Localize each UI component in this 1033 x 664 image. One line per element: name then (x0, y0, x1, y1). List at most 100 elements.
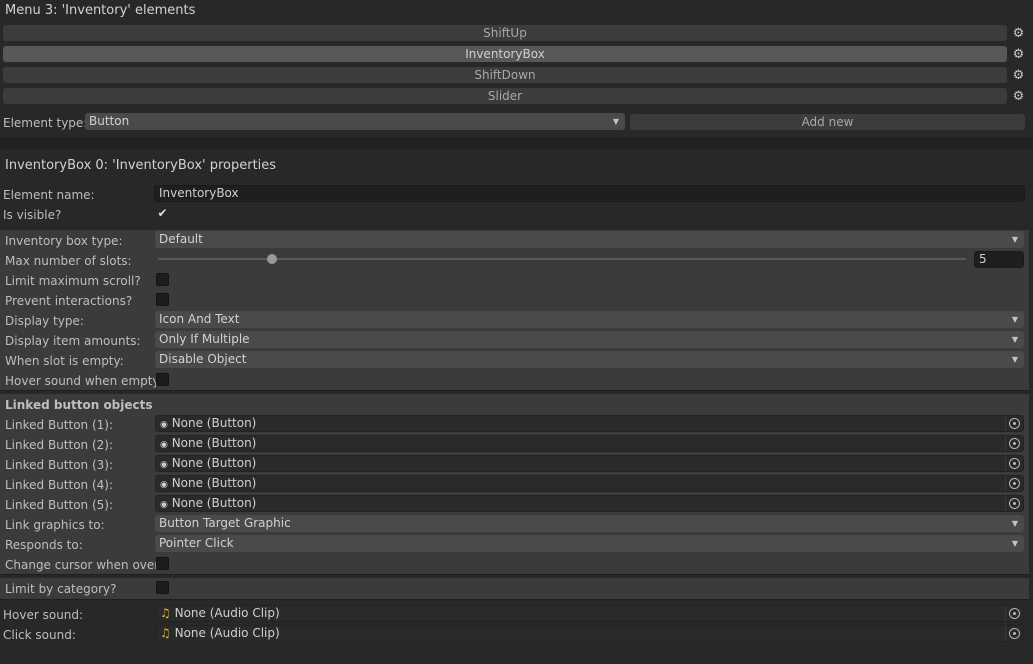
change-cursor-checkbox[interactable] (156, 557, 169, 570)
linked-button-1-field[interactable]: ◉ None (Button) (155, 415, 1024, 432)
linked-buttons-header: Linked button objects (5, 398, 153, 412)
max-slots-slider-track[interactable] (158, 258, 966, 260)
element-type-label: Element type: (3, 116, 88, 130)
linked-button-2-value: None (Button) (171, 436, 257, 450)
audio-clip-icon: ♫ (160, 626, 171, 640)
field-divider (1005, 476, 1006, 491)
chevron-down-icon: ▼ (1011, 355, 1018, 364)
element-type-dropdown[interactable]: Button ▼ (85, 113, 625, 130)
gear-icon[interactable]: ⚙ (1012, 90, 1025, 103)
object-picker-icon[interactable] (1009, 438, 1020, 449)
element-name-label: Element name: (3, 188, 95, 202)
display-amounts-dropdown[interactable]: Only If Multiple ▼ (155, 331, 1024, 348)
object-icon: ◉ (160, 500, 168, 510)
when-empty-value: Disable Object (159, 352, 247, 366)
box-type-value: Default (159, 232, 203, 246)
field-divider (1005, 436, 1006, 451)
element-item-slider[interactable]: Slider (3, 88, 1007, 105)
element-item-shiftup[interactable]: ShiftUp (3, 25, 1007, 42)
linked-button-3-value: None (Button) (171, 456, 257, 470)
display-type-value: Icon And Text (159, 312, 240, 326)
responds-to-label: Responds to: (5, 538, 83, 552)
linked-button-1-value: None (Button) (171, 416, 257, 430)
display-amounts-value: Only If Multiple (159, 332, 250, 346)
max-slots-slider-handle[interactable] (267, 254, 277, 264)
click-sound-value: None (Audio Clip) (174, 626, 280, 640)
object-icon: ◉ (160, 480, 168, 490)
limit-category-label: Limit by category? (5, 582, 117, 596)
section-divider (0, 137, 1033, 149)
field-divider (1005, 456, 1006, 471)
linked-button-4-value: None (Button) (171, 476, 257, 490)
object-picker-icon[interactable] (1009, 608, 1020, 619)
display-type-dropdown[interactable]: Icon And Text ▼ (155, 311, 1024, 328)
box-type-label: Inventory box type: (5, 234, 123, 248)
when-empty-label: When slot is empty: (5, 354, 124, 368)
element-item-inventorybox[interactable]: InventoryBox (3, 46, 1007, 63)
linked-button-2-label: Linked Button (2): (5, 438, 114, 452)
object-picker-icon[interactable] (1009, 498, 1020, 509)
hover-sound-value: None (Audio Clip) (174, 606, 280, 620)
element-item-shiftdown[interactable]: ShiftDown (3, 67, 1007, 84)
field-divider (1005, 626, 1006, 641)
chevron-down-icon: ▼ (612, 117, 619, 126)
link-graphics-dropdown[interactable]: Button Target Graphic ▼ (155, 515, 1024, 532)
box-type-dropdown[interactable]: Default ▼ (155, 231, 1024, 248)
gear-icon[interactable]: ⚙ (1012, 69, 1025, 82)
properties-title: InventoryBox 0: 'InventoryBox' propertie… (5, 158, 277, 173)
linked-button-5-value: None (Button) (171, 496, 257, 510)
hover-sound-empty-checkbox[interactable] (156, 373, 169, 386)
object-icon: ◉ (160, 460, 168, 470)
linked-button-5-field[interactable]: ◉ None (Button) (155, 495, 1024, 512)
click-sound-label: Click sound: (3, 628, 76, 642)
object-picker-icon[interactable] (1009, 458, 1020, 469)
linked-button-4-label: Linked Button (4): (5, 478, 114, 492)
chevron-down-icon: ▼ (1011, 539, 1018, 548)
gear-icon[interactable]: ⚙ (1012, 27, 1025, 40)
gear-icon[interactable]: ⚙ (1012, 48, 1025, 61)
field-divider (1005, 496, 1006, 511)
display-type-label: Display type: (5, 314, 84, 328)
linked-button-2-field[interactable]: ◉ None (Button) (155, 435, 1024, 452)
is-visible-label: Is visible? (3, 208, 62, 222)
chevron-down-icon: ▼ (1011, 519, 1018, 528)
object-picker-icon[interactable] (1009, 628, 1020, 639)
category-panel (0, 578, 1029, 600)
max-slots-input[interactable]: 5 (974, 251, 1024, 268)
chevron-down-icon: ▼ (1011, 235, 1018, 244)
display-amounts-label: Display item amounts: (5, 334, 141, 348)
limit-category-checkbox[interactable] (156, 581, 169, 594)
field-divider (1005, 416, 1006, 431)
responds-to-dropdown[interactable]: Pointer Click ▼ (155, 535, 1024, 552)
object-icon: ◉ (160, 440, 168, 450)
responds-to-value: Pointer Click (159, 536, 234, 550)
prevent-interactions-checkbox[interactable] (156, 293, 169, 306)
linked-button-4-field[interactable]: ◉ None (Button) (155, 475, 1024, 492)
hover-sound-empty-label: Hover sound when empty? (5, 374, 166, 388)
hover-sound-label: Hover sound: (3, 608, 84, 622)
change-cursor-label: Change cursor when over? (5, 558, 166, 572)
add-new-button[interactable]: Add new (630, 114, 1025, 131)
object-picker-icon[interactable] (1009, 478, 1020, 489)
linked-button-1-label: Linked Button (1): (5, 418, 114, 432)
when-empty-dropdown[interactable]: Disable Object ▼ (155, 351, 1024, 368)
linked-button-5-label: Linked Button (5): (5, 498, 114, 512)
object-picker-icon[interactable] (1009, 418, 1020, 429)
menu-title: Menu 3: 'Inventory' elements (5, 3, 196, 18)
chevron-down-icon: ▼ (1011, 335, 1018, 344)
element-name-input[interactable]: InventoryBox (154, 185, 1025, 202)
is-visible-checkbox[interactable]: ✔ (156, 207, 169, 220)
chevron-down-icon: ▼ (1011, 315, 1018, 324)
click-sound-field[interactable]: ♫ None (Audio Clip) (155, 625, 1024, 642)
hover-sound-field[interactable]: ♫ None (Audio Clip) (155, 605, 1024, 622)
linked-button-3-label: Linked Button (3): (5, 458, 114, 472)
audio-clip-icon: ♫ (160, 606, 171, 620)
linked-button-3-field[interactable]: ◉ None (Button) (155, 455, 1024, 472)
limit-scroll-label: Limit maximum scroll? (5, 274, 141, 288)
object-icon: ◉ (160, 420, 168, 430)
field-divider (1005, 606, 1006, 621)
prevent-interactions-label: Prevent interactions? (5, 294, 133, 308)
max-slots-label: Max number of slots: (5, 254, 132, 268)
link-graphics-label: Link graphics to: (5, 518, 105, 532)
limit-scroll-checkbox[interactable] (156, 273, 169, 286)
